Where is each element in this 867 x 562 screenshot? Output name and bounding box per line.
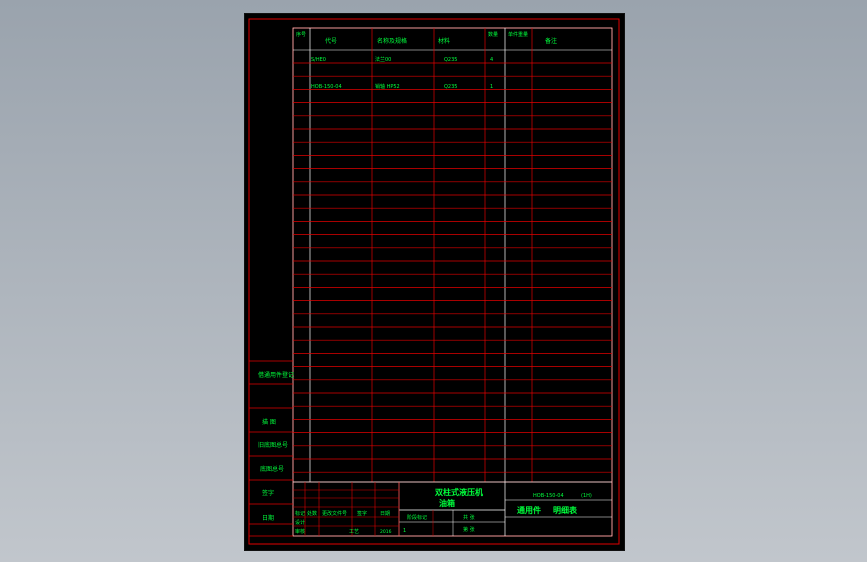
rev-h-sign: 签字 xyxy=(357,510,367,517)
tb-sheets: 共 张 xyxy=(463,514,475,521)
row1-name: 法兰00 xyxy=(375,56,391,63)
header-unit-weight: 单件重量 xyxy=(508,31,528,38)
row1-code: S/HE0 xyxy=(311,57,326,63)
title-doc-type2: 明细表 xyxy=(553,505,578,515)
header-qty: 数量 xyxy=(488,31,498,38)
left-label-check: 描 图 xyxy=(262,418,276,426)
tb-process: 工艺 xyxy=(349,529,359,535)
cad-viewport[interactable]: 序号 代号 名称及规格 材料 数量 单件重量 备注 S/HE0 法兰00 Q23… xyxy=(0,0,867,562)
left-label-sign: 签字 xyxy=(262,489,274,497)
row2-qty: 1 xyxy=(490,84,493,90)
tb-date-val: 2016 xyxy=(380,529,392,535)
title-line1: 双柱式液压机 xyxy=(435,487,483,497)
title-line2: 油箱 xyxy=(439,498,455,508)
header-material: 材料 xyxy=(438,37,450,45)
drawing-canvas: 序号 代号 名称及规格 材料 数量 单件重量 备注 S/HE0 法兰00 Q23… xyxy=(248,18,620,545)
tb-sheet-no: 第 张 xyxy=(463,526,475,533)
left-label-date: 日期 xyxy=(262,514,274,522)
row2-name: 销轴 HP52 xyxy=(375,83,400,90)
header-code: 代号 xyxy=(325,37,337,45)
title-drawing-no: HOB-150-04 xyxy=(533,493,564,499)
header-remarks: 备注 xyxy=(545,37,557,45)
title-stage: (1H) xyxy=(581,493,592,499)
rev-h-count: 处数 xyxy=(307,510,317,517)
rev-h-doc: 更改文件号 xyxy=(322,510,347,517)
tb-check: 审核 xyxy=(295,528,305,535)
parts-list-grid xyxy=(293,28,612,483)
table-border xyxy=(292,27,613,537)
left-label-stamp: 借通用件登记 xyxy=(258,371,294,379)
tb-design: 设计 xyxy=(295,519,305,526)
row1-material: Q235 xyxy=(444,57,457,63)
tb-stage-label: 阶段标记 xyxy=(407,514,427,521)
row2-material: Q235 xyxy=(444,84,457,90)
rev-h-date: 日期 xyxy=(380,511,390,517)
inner-frame xyxy=(292,27,613,537)
rev-h-mark: 标记 xyxy=(295,510,305,517)
left-label-trace: 旧底图总号 xyxy=(258,441,288,449)
row2-code: HOB-150-04 xyxy=(311,84,342,90)
row1-qty: 4 xyxy=(490,57,493,63)
left-label-base: 底图总号 xyxy=(260,465,284,473)
header-seq: 序号 xyxy=(296,31,306,38)
title-doc-type: 通用件 xyxy=(517,505,541,515)
header-name: 名称及规格 xyxy=(377,37,407,45)
drawing-sheet: 序号 代号 名称及规格 材料 数量 单件重量 备注 S/HE0 法兰00 Q23… xyxy=(244,13,625,551)
tb-scale-val: 1 xyxy=(403,528,406,534)
